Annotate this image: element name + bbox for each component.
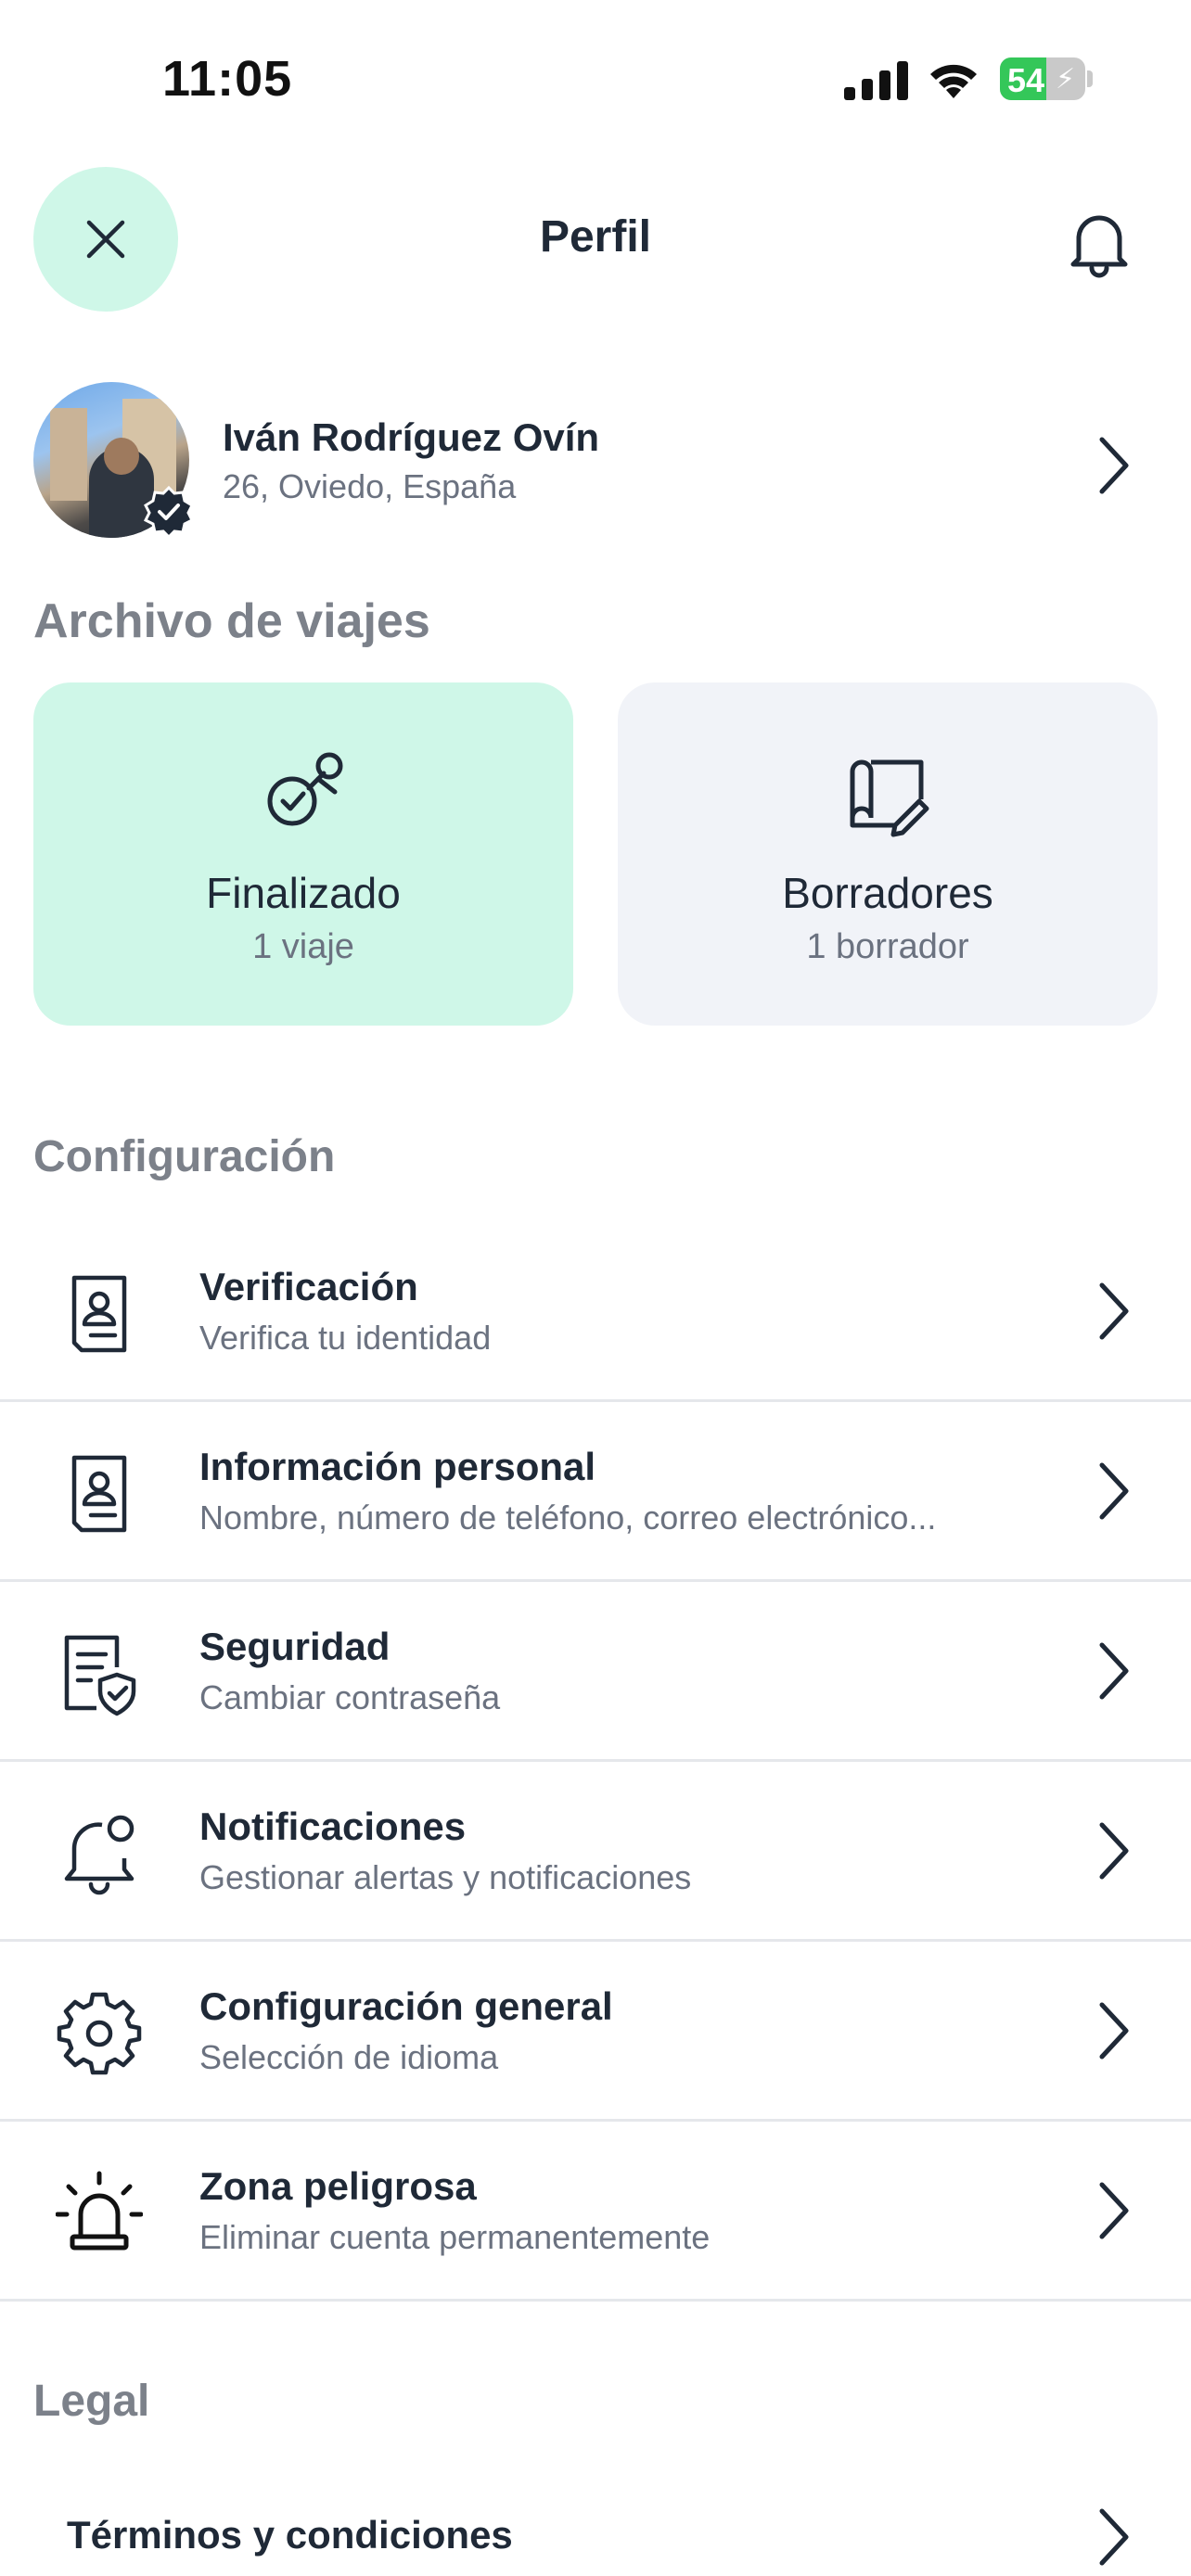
list-item-subtitle: Eliminar cuenta permanentemente	[199, 2218, 711, 2256]
cellular-signal-icon	[844, 61, 908, 100]
pin-check-icon	[267, 752, 343, 826]
gear-icon	[57, 1992, 142, 2075]
card-subtitle: 1 viaje	[252, 927, 354, 966]
list-item-title: Configuración general	[199, 1984, 613, 2028]
card-title: Borradores	[782, 869, 993, 917]
list-item-title: Notificaciones	[199, 1804, 467, 1848]
wifi-icon	[930, 64, 977, 98]
shield-document-icon	[64, 1635, 136, 1716]
chevron-right-icon	[1099, 1282, 1129, 1340]
chevron-right-icon	[1099, 2002, 1129, 2060]
section-title-config: Configuración	[33, 1132, 336, 1181]
page-title: Perfil	[539, 212, 652, 261]
battery-level: 54	[1007, 61, 1045, 99]
list-item-terms[interactable]: Términos y condiciones	[0, 2485, 1191, 2576]
card-drafts[interactable]: Borradores 1 borrador	[618, 682, 1158, 1026]
status-time: 11:05	[162, 51, 293, 107]
profile-name: Iván Rodríguez Ovín	[223, 415, 600, 459]
id-card-icon	[71, 1275, 127, 1353]
chevron-right-icon	[1099, 1462, 1129, 1520]
chevron-right-icon	[1099, 1642, 1129, 1700]
chevron-right-icon	[1099, 2508, 1129, 2566]
verified-badge-icon	[143, 486, 195, 538]
list-item-subtitle: Nombre, número de teléfono, correo elect…	[199, 1498, 937, 1537]
card-subtitle: 1 borrador	[806, 927, 969, 966]
profile-row[interactable]: Iván Rodríguez Ovín 26, Oviedo, España	[0, 382, 1191, 540]
list-item-title: Información personal	[199, 1445, 596, 1488]
bell-icon	[1070, 215, 1128, 278]
list-item-title: Zona peligrosa	[199, 2164, 477, 2208]
chevron-right-icon	[1099, 1822, 1129, 1880]
list-item-title: Verificación	[199, 1265, 418, 1308]
list-item-security[interactable]: Seguridad Cambiar contraseña	[0, 1582, 1191, 1762]
list-item-personal-info[interactable]: Información personal Nombre, número de t…	[0, 1402, 1191, 1582]
map-edit-icon	[850, 759, 929, 837]
chevron-right-icon	[1099, 437, 1129, 494]
id-card-icon	[71, 1455, 127, 1533]
list-item-notifications[interactable]: Notificaciones Gestionar alertas y notif…	[0, 1762, 1191, 1942]
status-bar: 11:05 54 ⚡	[0, 0, 1191, 158]
section-title-archive: Archivo de viajes	[33, 594, 430, 648]
list-item-subtitle: Gestionar alertas y notificaciones	[199, 1858, 692, 1896]
header: Perfil	[0, 167, 1191, 312]
list-item-danger-zone[interactable]: Zona peligrosa Eliminar cuenta permanent…	[0, 2122, 1191, 2302]
card-finished-trips[interactable]: Finalizado 1 viaje	[33, 682, 573, 1026]
section-title-legal: Legal	[33, 2377, 150, 2426]
list-item-verification[interactable]: Verificación Verifica tu identidad	[0, 1222, 1191, 1402]
list-item-title: Seguridad	[199, 1625, 391, 1668]
list-item-subtitle: Selección de idioma	[199, 2038, 499, 2076]
card-title: Finalizado	[206, 869, 401, 917]
bell-dot-icon	[64, 1815, 134, 1895]
list-item-subtitle: Verifica tu identidad	[199, 1319, 492, 1357]
chevron-right-icon	[1099, 2182, 1129, 2239]
list-item-subtitle: Cambiar contraseña	[199, 1678, 501, 1716]
charging-bolt-icon: ⚡	[1056, 64, 1076, 95]
battery-cap	[1087, 70, 1093, 87]
profile-subtitle: 26, Oviedo, España	[223, 467, 517, 505]
siren-icon	[56, 2171, 143, 2251]
list-item-general-settings[interactable]: Configuración general Selección de idiom…	[0, 1942, 1191, 2122]
battery-indicator: 54 ⚡	[1000, 57, 1085, 100]
notifications-button[interactable]	[1057, 202, 1141, 286]
config-list: Verificación Verifica tu identidad Infor…	[0, 1222, 1191, 2302]
list-item-title: Términos y condiciones	[67, 2513, 513, 2557]
